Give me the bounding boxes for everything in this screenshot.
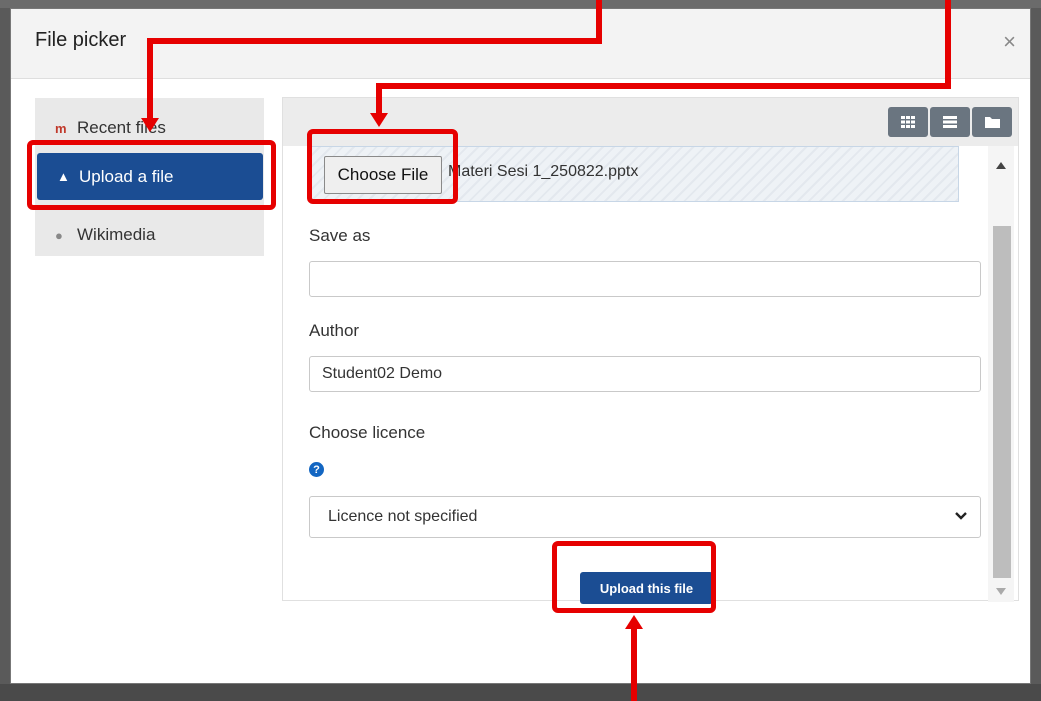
annotation-line <box>376 83 382 113</box>
annotation-line <box>376 83 951 89</box>
annotation-arrow-up <box>625 615 643 629</box>
annotation-arrow-down <box>370 113 388 127</box>
annotation-box-upload-button <box>552 541 716 613</box>
annotation-box-choose-file <box>307 129 458 204</box>
dialog-title: File picker <box>35 29 127 51</box>
author-label: Author <box>309 321 360 340</box>
recent-files-icon: m <box>55 120 67 136</box>
close-icon[interactable]: × <box>1003 31 1016 53</box>
folder-view-icon[interactable] <box>972 107 1012 137</box>
annotation-arrow-down <box>141 118 159 132</box>
selected-file-name: Materi Sesi 1_250822.pptx <box>448 163 639 180</box>
help-icon[interactable]: ? <box>309 462 324 477</box>
nav-item-label: Wikimedia <box>77 225 156 244</box>
licence-select[interactable]: Licence not specified <box>309 496 981 538</box>
annotation-line <box>631 628 637 701</box>
chevron-down-icon <box>955 512 967 520</box>
scrollbar[interactable] <box>988 146 1014 602</box>
list-view-icon[interactable] <box>930 107 970 137</box>
backdrop-top <box>0 0 1041 8</box>
annotation-line <box>147 38 153 118</box>
scroll-thumb[interactable] <box>993 226 1011 578</box>
annotation-line <box>945 0 951 89</box>
dialog-header: File picker × <box>11 9 1030 79</box>
licence-selected-value: Licence not specified <box>328 508 478 525</box>
wikimedia-icon: ● <box>55 227 63 243</box>
save-as-input[interactable] <box>309 261 981 297</box>
save-as-label: Save as <box>309 226 371 245</box>
view-switcher <box>888 107 1012 137</box>
file-picker-dialog: File picker × m Recent files ▲ Upload a … <box>10 8 1031 684</box>
author-input[interactable] <box>309 356 981 392</box>
annotation-line <box>147 38 602 44</box>
annotation-box-upload-a-file <box>27 140 276 210</box>
licence-label: Choose licence <box>309 423 426 442</box>
scroll-down-icon[interactable] <box>996 588 1006 595</box>
nav-item-wikimedia[interactable]: ● Wikimedia <box>35 213 264 257</box>
backdrop-bottom <box>0 684 1041 701</box>
scroll-up-icon[interactable] <box>996 162 1006 169</box>
grid-view-icon[interactable] <box>888 107 928 137</box>
